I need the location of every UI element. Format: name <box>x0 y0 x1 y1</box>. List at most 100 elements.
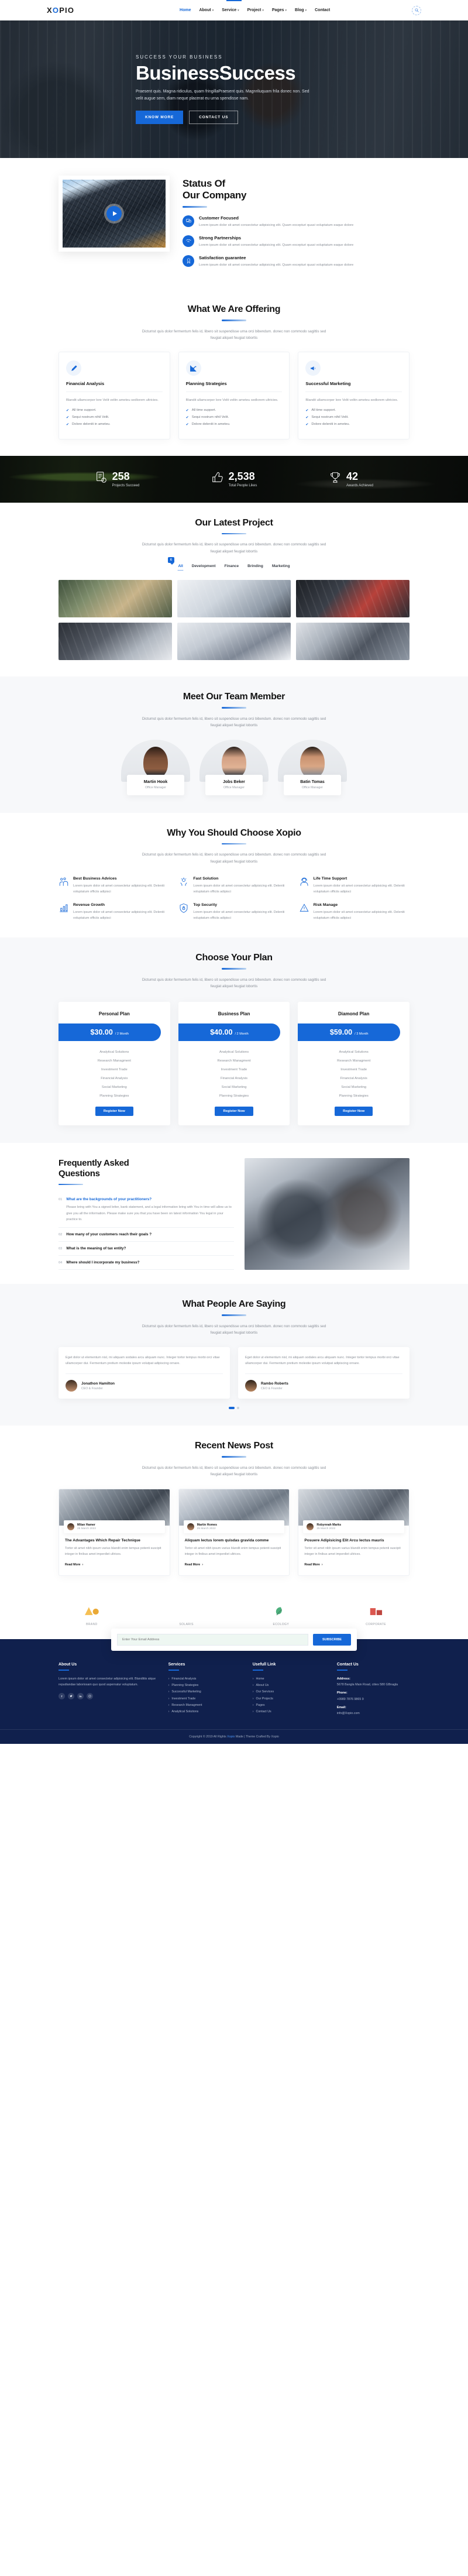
brand-logo-3[interactable]: ECOLOGY <box>271 1605 291 1626</box>
register-now-button[interactable]: Register Now <box>215 1106 253 1116</box>
project-thumb-6[interactable] <box>296 623 410 661</box>
facebook-icon[interactable] <box>58 1693 65 1700</box>
footer-link[interactable]: › Contact Us <box>253 1709 325 1715</box>
brand-logo-1[interactable]: BRAND <box>82 1605 102 1626</box>
project-thumb-4[interactable] <box>58 623 172 661</box>
play-icon[interactable] <box>106 206 122 221</box>
subscribe-button[interactable]: SUBSCRIBE <box>313 1633 351 1646</box>
twitter-icon[interactable] <box>68 1693 74 1700</box>
arrow-right-icon: › <box>321 1562 323 1567</box>
register-now-button[interactable]: Register Now <box>335 1106 373 1116</box>
footer-link[interactable]: › Pages <box>253 1702 325 1709</box>
nav-item-blog[interactable]: Blog ▾ <box>295 8 307 12</box>
nav-label: Contact <box>315 8 331 12</box>
nav-item-pages[interactable]: Pages ▾ <box>272 8 287 12</box>
arrow-right-icon: › <box>82 1562 84 1567</box>
footer-link[interactable]: › Financial Analysis <box>168 1676 241 1682</box>
read-more-link[interactable]: Read More › <box>304 1563 322 1567</box>
faq-item[interactable]: 01 What are the backgrounds of your prac… <box>58 1193 234 1228</box>
news-post-title[interactable]: Posuere Adipisicing Elit Arcu lectus mau… <box>304 1538 403 1544</box>
carousel-dot-1[interactable] <box>229 1407 235 1410</box>
offering-card-item: ✔ Dolore deleniti in ameteu. <box>305 423 402 427</box>
footer-link[interactable]: › Analytical Solutions <box>168 1709 241 1715</box>
site-logo[interactable]: XOPIO <box>47 6 74 15</box>
filter-all[interactable]: All <box>178 564 183 571</box>
register-now-button[interactable]: Register Now <box>95 1106 133 1116</box>
news-post-desc: Tortor sit amet nibh ipsum varius blandi… <box>304 1547 401 1556</box>
faq-question[interactable]: How many of your customers reach their g… <box>66 1232 234 1237</box>
faq-item[interactable]: 02 How many of your customers reach thei… <box>58 1228 234 1242</box>
footer-link[interactable]: › Our Services <box>253 1689 325 1695</box>
brand-logo-2[interactable]: SOLARIS <box>177 1605 197 1626</box>
nav-item-home[interactable]: Home <box>180 8 191 12</box>
faq-question[interactable]: Where should I incorporate my business? <box>66 1260 234 1265</box>
news-card[interactable]: Robynnah Marks 25 March 2022 Posuere Adi… <box>298 1488 410 1576</box>
project-thumb-2[interactable] <box>177 580 291 618</box>
why-item-desc: Lorem ipsum dolor sit amet consectetur a… <box>193 884 285 894</box>
bullet-icon: › <box>168 1683 170 1687</box>
newsletter-email-input[interactable] <box>117 1633 309 1646</box>
brand-label: SOLARIS <box>179 1622 194 1626</box>
offering-card[interactable]: Successful Marketing Blandit ullamcorper… <box>298 352 410 439</box>
footer-link[interactable]: › Investment Trade <box>168 1696 241 1702</box>
status-feature-title: Customer Focused <box>199 215 239 221</box>
nav-item-contact[interactable]: Contact <box>315 8 330 12</box>
offering-card[interactable]: Planning Strategies Blandit ullamcorper … <box>178 352 290 439</box>
offering-card[interactable]: Financial Analysis Blandit ullamcorper l… <box>58 352 170 439</box>
projects-section: Our Latest Project Dictumst quis dolor f… <box>0 502 468 677</box>
read-more-link[interactable]: Read More › <box>185 1563 203 1567</box>
filter-development[interactable]: Development <box>192 564 216 571</box>
faq-item[interactable]: 03 What is the meaning of tax entity? <box>58 1242 234 1256</box>
counter-label: Total People Likes <box>228 483 257 487</box>
nav-item-project[interactable]: Project ▾ <box>247 8 264 12</box>
faq-question[interactable]: What are the backgrounds of your practit… <box>66 1197 234 1201</box>
news-card[interactable]: Milan Hamer 25 March 2022 The Advantages… <box>58 1488 170 1576</box>
search-icon[interactable] <box>412 5 421 15</box>
team-member-card[interactable]: Batin Tomas Office Manager <box>278 739 347 795</box>
project-thumb-3[interactable] <box>296 580 410 618</box>
pricing-card-business[interactable]: Business Plan $40.00 / 2 Month Analytica… <box>178 1001 290 1125</box>
footer-link[interactable]: › Successful Marketing <box>168 1689 241 1695</box>
linkedin-icon[interactable] <box>77 1693 84 1700</box>
footer-phone-value[interactable]: +0989 7876 9865 9 <box>337 1696 410 1702</box>
plan-price: $40.00 <box>210 1028 233 1036</box>
filter-finance[interactable]: Finance <box>225 564 239 571</box>
footer-link[interactable]: › About Us <box>253 1682 325 1689</box>
know-more-button[interactable]: KNOW MORE <box>136 110 184 124</box>
project-thumb-5[interactable] <box>177 623 291 661</box>
footer-email-value[interactable]: info@Xopio.com <box>337 1711 410 1716</box>
footer-link[interactable]: › Our Projects <box>253 1696 325 1702</box>
bullet-icon: › <box>252 1696 254 1701</box>
news-post-title[interactable]: The Advantages Which Repair Technique <box>65 1538 164 1544</box>
offering-item-label: Sequi nostrum nihil Velit. <box>191 415 229 420</box>
brand-logo-4[interactable]: CORPORATE <box>366 1605 386 1626</box>
team-member-card[interactable]: Martin Hook Office Manager <box>121 739 190 795</box>
why-item: Top Security Lorem ipsum dolor sit amet c… <box>178 903 289 921</box>
check-icon: ✔ <box>305 415 309 420</box>
contact-us-button[interactable]: CONTACT US <box>189 110 239 124</box>
plan-feature: Investment Trade <box>101 1068 128 1072</box>
section-divider <box>222 707 246 709</box>
copyright-link[interactable]: Xopio <box>227 1735 235 1739</box>
filter-brinding[interactable]: Brinding <box>247 564 263 571</box>
footer-link[interactable]: › Home <box>253 1676 325 1682</box>
news-card[interactable]: Martin Homes 25 March 2022 Aliquam lectu… <box>178 1488 290 1576</box>
filter-marketing[interactable]: Marketing <box>272 564 290 571</box>
team-member-card[interactable]: Jobs Beker Office Manager <box>199 739 269 795</box>
footer-link[interactable]: › Research Managment <box>168 1702 241 1709</box>
news-post-title[interactable]: Aliquam lectus lorem quisdas gravida com… <box>185 1538 284 1544</box>
instagram-icon[interactable] <box>87 1693 93 1700</box>
read-more-link[interactable]: Read More › <box>65 1563 83 1567</box>
plan-feature: Social Marketing <box>221 1086 247 1090</box>
status-feature-desc: Lorem ipsum dolor sit amet consectetur a… <box>199 243 354 247</box>
nav-item-about[interactable]: About ▾ <box>199 8 214 12</box>
faq-question[interactable]: What is the meaning of tax entity? <box>66 1246 234 1251</box>
carousel-dot-2[interactable] <box>237 1407 239 1410</box>
faq-item[interactable]: 04 Where should I incorporate my busines… <box>58 1256 234 1270</box>
pricing-card-diamond[interactable]: Diamond Plan $59.00 / 3 Month Analytical… <box>298 1001 410 1125</box>
footer-link[interactable]: › Planning Strategies <box>168 1682 241 1689</box>
project-thumb-1[interactable] <box>58 580 172 618</box>
nav-item-service[interactable]: Service ▾ <box>222 8 239 12</box>
team-member-role: Office Manager <box>144 785 167 789</box>
pricing-card-personal[interactable]: Personal Plan $30.00 / 2 Month Analytica… <box>58 1001 170 1125</box>
